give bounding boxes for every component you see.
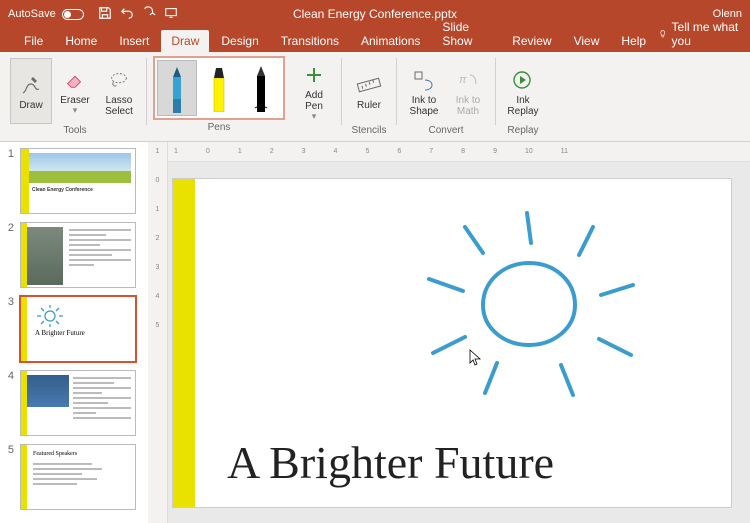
thumb-title: A Brighter Future xyxy=(35,329,85,337)
thumb-slide-4[interactable] xyxy=(20,370,136,436)
svg-text:π: π xyxy=(459,74,467,86)
lightbulb-icon xyxy=(658,28,667,40)
plus-icon xyxy=(304,60,324,90)
autosave-label: AutoSave xyxy=(8,8,56,20)
current-slide[interactable]: A Brighter Future xyxy=(172,178,732,508)
thumb-num: 2 xyxy=(4,222,14,288)
thumb-num: 3 xyxy=(4,296,14,362)
tools-group-label: Tools xyxy=(63,125,86,139)
sun-ink-drawing[interactable] xyxy=(423,205,673,405)
ink-shape-l2: Shape xyxy=(410,106,439,117)
ruler-icon xyxy=(356,70,382,100)
draw-label: Draw xyxy=(19,100,42,111)
separator xyxy=(495,58,496,125)
quick-access-toolbar xyxy=(98,6,178,23)
accent-bar xyxy=(173,179,195,507)
thumb-slide-5[interactable]: Featured Speakers xyxy=(20,444,136,510)
thumb-title: Featured Speakers xyxy=(33,451,77,457)
pens-gallery[interactable] xyxy=(153,56,285,120)
pen-blue[interactable] xyxy=(157,60,197,116)
user-name[interactable]: Olenn xyxy=(713,8,742,20)
tab-slideshow[interactable]: Slide Show xyxy=(432,16,500,52)
separator xyxy=(396,58,397,125)
tell-me-label: Tell me what you xyxy=(672,20,742,48)
document-title: Clean Energy Conference.pptx xyxy=(293,7,457,21)
tab-insert[interactable]: Insert xyxy=(109,30,159,52)
ink-shape-l1: Ink to xyxy=(412,95,436,106)
ink-math-l2: Math xyxy=(457,106,479,117)
tab-transitions[interactable]: Transitions xyxy=(271,30,349,52)
add-pen-l1: Add xyxy=(305,90,323,101)
replay-group-label: Replay xyxy=(507,125,538,139)
lasso-label-1: Lasso xyxy=(106,95,133,106)
ink-replay-l2: Replay xyxy=(507,106,538,117)
tab-animations[interactable]: Animations xyxy=(351,30,430,52)
draw-icon xyxy=(19,70,43,100)
pens-group-label: Pens xyxy=(208,122,231,136)
tab-review[interactable]: Review xyxy=(502,30,561,52)
thumb-slide-3[interactable]: A Brighter Future xyxy=(20,296,136,362)
workspace: 1 Clean Energy Conference 2 3 A Brighter… xyxy=(0,142,750,523)
add-pen-button[interactable]: Add Pen▾ xyxy=(293,58,335,124)
convert-group-label: Convert xyxy=(428,125,463,139)
add-pen-l2: Pen xyxy=(305,101,323,112)
ruler-button[interactable]: Ruler xyxy=(348,58,390,124)
separator xyxy=(146,58,147,125)
pen-black[interactable] xyxy=(241,60,281,116)
horizontal-ruler[interactable]: 101234567891011 xyxy=(168,142,750,162)
thumb-title: Clean Energy Conference xyxy=(32,187,93,193)
ink-math-l1: Ink to xyxy=(456,95,480,106)
eraser-button[interactable]: Eraser▾ xyxy=(54,58,96,124)
tab-help[interactable]: Help xyxy=(611,30,656,52)
redo-icon[interactable] xyxy=(142,6,156,23)
ribbon-tabs: File Home Insert Draw Design Transitions… xyxy=(0,28,750,52)
thumb-num: 1 xyxy=(4,148,14,214)
ink-to-math-button[interactable]: π Ink to Math xyxy=(447,58,489,124)
thumb-slide-2[interactable] xyxy=(20,222,136,288)
stencils-group-label: Stencils xyxy=(351,125,386,139)
thumb-num: 5 xyxy=(4,444,14,510)
separator xyxy=(341,58,342,125)
autosave-toggle[interactable] xyxy=(62,9,84,20)
slide-thumbnails-panel[interactable]: 1 Clean Energy Conference 2 3 A Brighter… xyxy=(0,142,148,523)
lasso-select-button[interactable]: Lasso Select xyxy=(98,58,140,124)
replay-icon xyxy=(511,65,535,95)
thumb-num: 4 xyxy=(4,370,14,436)
pen-yellow-highlighter[interactable] xyxy=(199,60,239,116)
slide-title[interactable]: A Brighter Future xyxy=(227,436,554,489)
title-bar: AutoSave Clean Energy Conference.pptx Ol… xyxy=(0,0,750,28)
ink-to-shape-button[interactable]: Ink to Shape xyxy=(403,58,445,124)
ruler-label: Ruler xyxy=(357,100,381,111)
save-icon[interactable] xyxy=(98,6,112,23)
ink-replay-l1: Ink xyxy=(516,95,529,106)
cursor-icon xyxy=(469,349,483,367)
lasso-icon xyxy=(108,65,130,95)
undo-icon[interactable] xyxy=(120,6,134,23)
tell-me-search[interactable]: Tell me what you xyxy=(658,20,750,52)
ribbon: Draw Eraser▾ Lasso Select Tools xyxy=(0,52,750,142)
thumb-slide-1[interactable]: Clean Energy Conference xyxy=(20,148,136,214)
tab-design[interactable]: Design xyxy=(211,30,268,52)
ink-replay-button[interactable]: Ink Replay xyxy=(502,58,544,124)
ink-to-math-icon: π xyxy=(456,65,480,95)
tab-draw[interactable]: Draw xyxy=(161,30,209,52)
tab-file[interactable]: File xyxy=(14,30,53,52)
sun-drawing-icon xyxy=(37,305,63,327)
draw-button[interactable]: Draw xyxy=(10,58,52,124)
slide-viewport[interactable]: A Brighter Future xyxy=(168,162,750,523)
ink-to-shape-icon xyxy=(412,65,436,95)
tab-view[interactable]: View xyxy=(564,30,610,52)
tab-home[interactable]: Home xyxy=(55,30,107,52)
vertical-ruler[interactable]: 1012345 xyxy=(148,142,168,523)
present-icon[interactable] xyxy=(164,6,178,23)
eraser-icon xyxy=(64,65,86,95)
lasso-label-2: Select xyxy=(105,106,133,117)
slide-canvas-area: 1012345 101234567891011 xyxy=(148,142,750,523)
